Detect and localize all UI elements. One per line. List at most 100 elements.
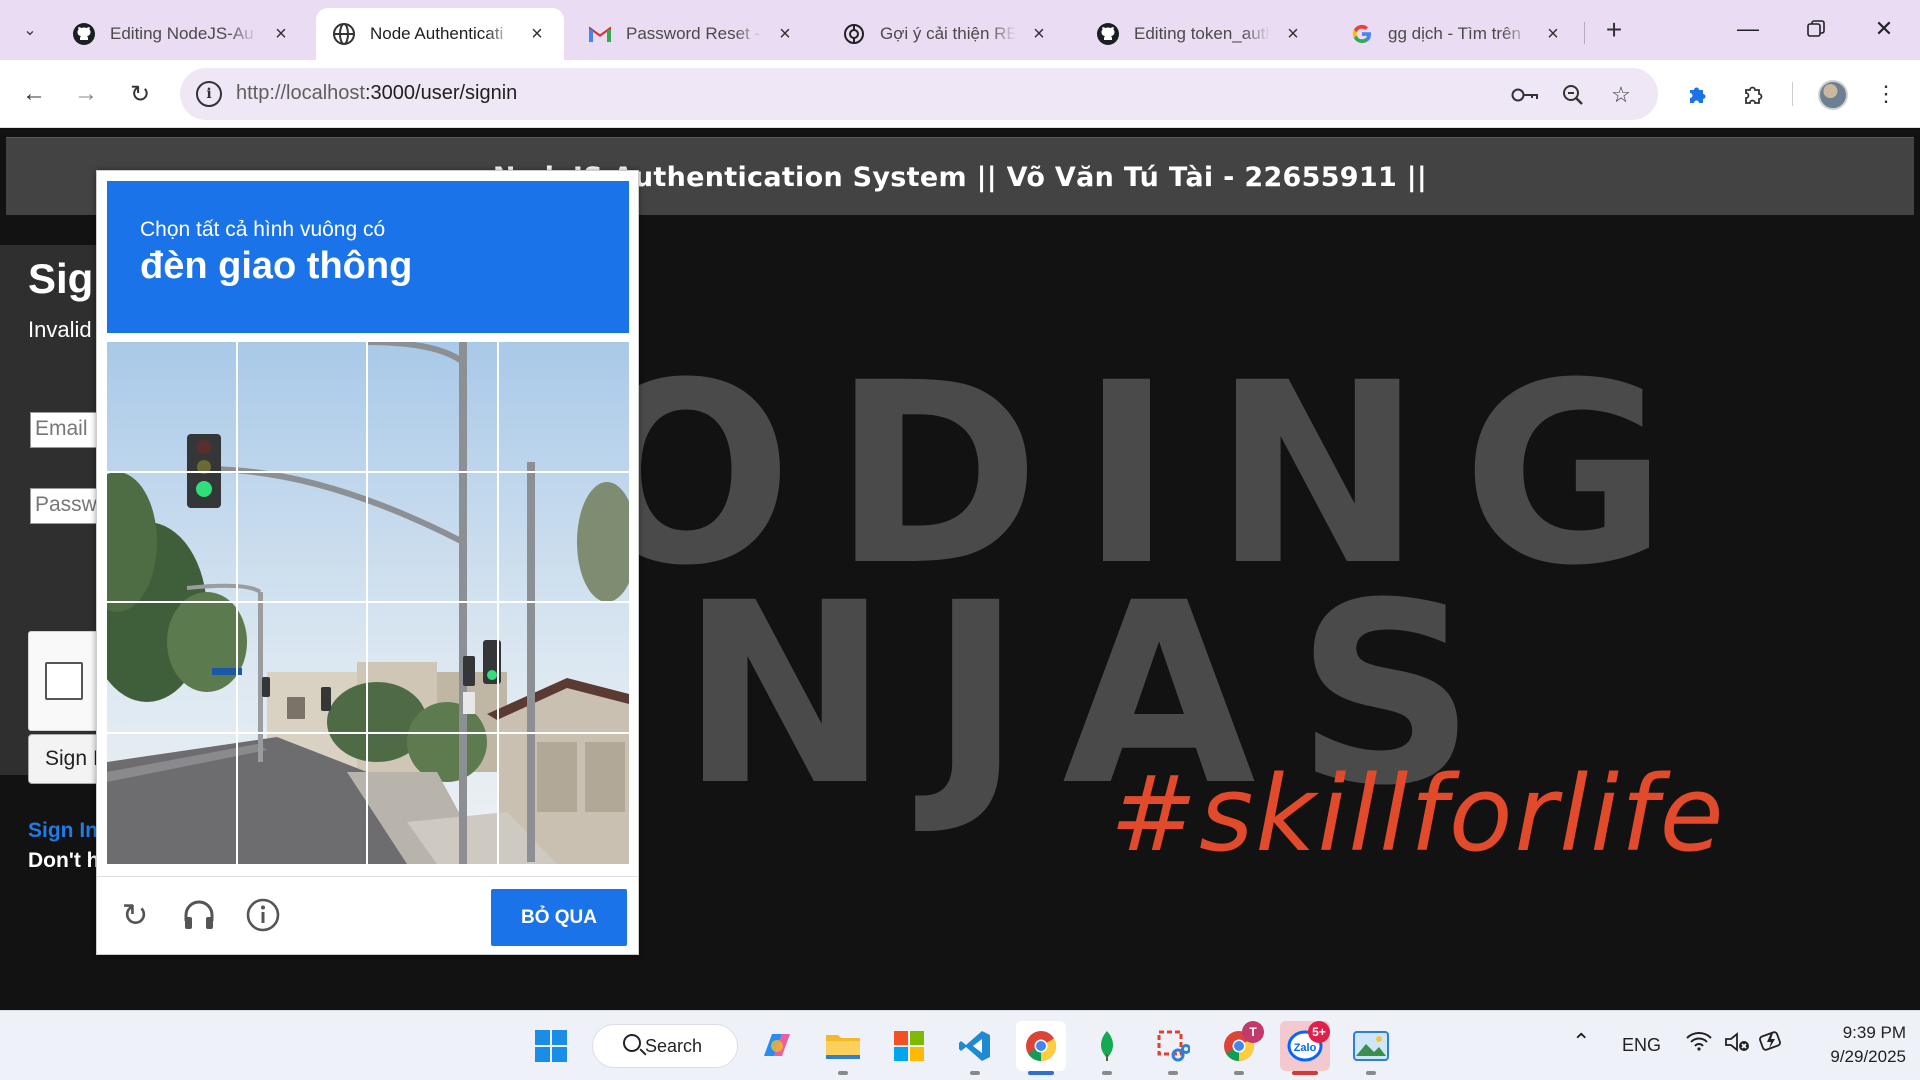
- taskbar-search[interactable]: Search: [592, 1024, 738, 1068]
- start-button[interactable]: [526, 1021, 576, 1071]
- challenge-tile[interactable]: [237, 342, 368, 473]
- forward-button[interactable]: →: [66, 74, 106, 114]
- profile-avatar[interactable]: [1818, 80, 1848, 110]
- challenge-tile[interactable]: [499, 734, 630, 865]
- new-tab-button[interactable]: +: [1596, 12, 1632, 48]
- chrome-icon: [1026, 1031, 1057, 1061]
- more-menu-icon[interactable]: ⋮: [1868, 76, 1904, 112]
- close-icon[interactable]: ×: [1542, 23, 1564, 45]
- extensions-menu-icon[interactable]: [1736, 76, 1772, 112]
- running-indicator: [1168, 1071, 1178, 1075]
- svg-text:Zalo: Zalo: [1294, 1042, 1317, 1054]
- challenge-tile[interactable]: [107, 603, 238, 734]
- wifi-icon[interactable]: [1686, 1031, 1712, 1056]
- challenge-header: Chọn tất cả hình vuông có đèn giao thông: [107, 181, 629, 333]
- bookmark-star-icon[interactable]: ☆: [1604, 78, 1638, 112]
- close-window-button[interactable]: ✕: [1860, 8, 1908, 50]
- store-app[interactable]: [884, 1021, 934, 1071]
- search-label: Search: [645, 1035, 703, 1056]
- url-host: http://localhost: [236, 82, 365, 104]
- challenge-tile[interactable]: [107, 342, 238, 473]
- photos-app[interactable]: [1346, 1021, 1396, 1075]
- battery-charging-icon[interactable]: [1758, 1029, 1784, 1058]
- close-icon[interactable]: ×: [1028, 23, 1050, 45]
- challenge-tile[interactable]: [237, 603, 368, 734]
- challenge-tile[interactable]: [498, 473, 629, 603]
- tab-goi-y-cai-thien[interactable]: Gợi ý cải thiện REA ×: [826, 8, 1066, 60]
- site-info-icon[interactable]: i: [196, 81, 222, 107]
- tab-strip: ⌄ Editing NodeJS-Au × Node Authenticati …: [0, 0, 1920, 60]
- close-icon: ✕: [1874, 16, 1894, 41]
- tab-gg-dich[interactable]: gg dịch - Tìm trên ×: [1334, 8, 1580, 60]
- zoom-icon[interactable]: [1556, 78, 1590, 112]
- recaptcha-challenge: Chọn tất cả hình vuông có đèn giao thông: [96, 170, 639, 955]
- system-clock[interactable]: 9:39 PM 9/29/2025: [1796, 1021, 1906, 1069]
- address-bar[interactable]: i http://localhost:3000/user/signin ☆: [180, 68, 1658, 120]
- mongodb-leaf-icon: [1101, 1031, 1113, 1061]
- background-logo: ODING NJAS #skillforlife: [580, 329, 1780, 989]
- challenge-tile[interactable]: [498, 603, 629, 734]
- tab-title: Editing token_auth: [1134, 24, 1270, 43]
- close-icon[interactable]: ×: [774, 23, 796, 45]
- url-path: :3000/user/signin: [364, 82, 518, 104]
- challenge-tile[interactable]: [107, 472, 238, 603]
- file-explorer-app[interactable]: [818, 1021, 868, 1075]
- tab-editing-nodejs[interactable]: Editing NodeJS-Au ×: [56, 8, 308, 60]
- chrome-app[interactable]: [1016, 1021, 1066, 1075]
- vscode-icon: [959, 1031, 990, 1061]
- chevron-down-icon: ⌄: [23, 22, 37, 39]
- signin-link[interactable]: Sign In: [28, 819, 98, 843]
- input-language-indicator[interactable]: ENG: [1622, 1035, 1661, 1056]
- close-icon[interactable]: ×: [526, 23, 548, 45]
- volume-muted-icon[interactable]: [1724, 1031, 1750, 1058]
- restore-button[interactable]: [1792, 8, 1840, 50]
- challenge-tile[interactable]: [368, 342, 499, 473]
- tab-title: Editing NodeJS-Au: [110, 24, 254, 43]
- tab-title: Node Authenticati: [370, 24, 504, 43]
- tab-password-reset[interactable]: Password Reset - t ×: [572, 8, 812, 60]
- password-key-icon[interactable]: [1508, 78, 1542, 112]
- skip-button[interactable]: BỎ QUA: [491, 889, 627, 946]
- challenge-tile[interactable]: [368, 603, 499, 734]
- challenge-tile[interactable]: [107, 733, 238, 864]
- challenge-tile[interactable]: [498, 342, 629, 473]
- extension-puzzle-icon[interactable]: [1680, 76, 1716, 112]
- challenge-tile[interactable]: [238, 733, 368, 864]
- plus-icon: +: [1605, 14, 1623, 45]
- store-icon: [894, 1031, 924, 1061]
- back-button[interactable]: ←: [14, 74, 54, 114]
- mongodb-app[interactable]: [1082, 1021, 1132, 1075]
- reload-challenge-icon[interactable]: ↻: [115, 895, 155, 935]
- tab-node-authentication[interactable]: Node Authenticati ×: [316, 8, 564, 60]
- reload-icon: ↻: [129, 80, 151, 108]
- gmail-icon: [588, 22, 612, 46]
- show-hidden-icons-chevron-icon[interactable]: ⌃: [1572, 1029, 1590, 1055]
- close-icon[interactable]: ×: [1282, 23, 1304, 45]
- chrome-profile-badge: T: [1242, 1021, 1264, 1043]
- audio-challenge-icon[interactable]: [179, 895, 219, 935]
- tab-title: Password Reset - t: [626, 24, 762, 43]
- address-url[interactable]: http://localhost:3000/user/signin: [236, 82, 517, 105]
- zalo-app[interactable]: Zalo 5+: [1280, 1021, 1330, 1075]
- copilot-app[interactable]: [752, 1021, 802, 1071]
- tab-search-button[interactable]: ⌄: [12, 12, 48, 48]
- challenge-target: đèn giao thông: [140, 245, 413, 287]
- challenge-tile[interactable]: [368, 733, 499, 864]
- vscode-app[interactable]: [950, 1021, 1000, 1075]
- tab-editing-token-auth[interactable]: Editing token_auth ×: [1080, 8, 1320, 60]
- recaptcha-checkbox[interactable]: [45, 662, 83, 700]
- challenge-tiles: [107, 342, 629, 864]
- running-indicator: [838, 1071, 848, 1075]
- reload-button[interactable]: ↻: [120, 74, 160, 114]
- chrome-profile-app[interactable]: T: [1214, 1021, 1264, 1075]
- running-indicator: [1028, 1071, 1054, 1075]
- tab-title: Gợi ý cải thiện REA: [880, 24, 1016, 43]
- running-indicator: [1102, 1071, 1112, 1075]
- challenge-tile[interactable]: [237, 472, 368, 603]
- snipping-tool-app[interactable]: [1148, 1021, 1198, 1075]
- running-indicator: [970, 1071, 980, 1075]
- minimize-button[interactable]: —: [1724, 8, 1772, 50]
- close-icon[interactable]: ×: [270, 23, 292, 45]
- challenge-tile[interactable]: [368, 472, 499, 603]
- info-icon[interactable]: [243, 895, 283, 935]
